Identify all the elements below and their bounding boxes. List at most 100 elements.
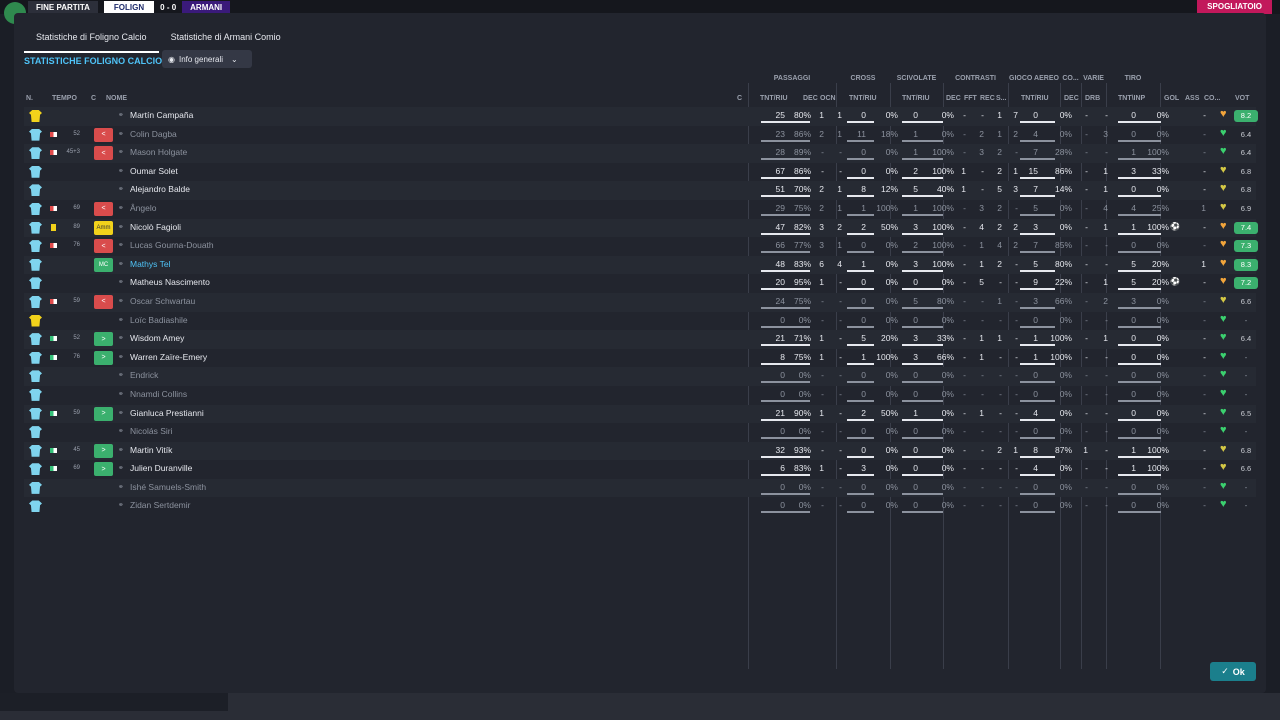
stat-ocn: - xyxy=(839,463,842,474)
view-dropdown[interactable]: ◉ Info generali ⌄ xyxy=(162,50,252,68)
table-row[interactable]: ⚭ Alejandro Balde 51 70% 2 1 8 12% 5 40% 1-5 3 7 14% -… xyxy=(24,181,1256,200)
stat-sc: 0 xyxy=(913,481,918,492)
col-header-sciv-tnt-riu[interactable]: TNT/RIU xyxy=(902,95,930,102)
col-header-vot[interactable]: VOT xyxy=(1235,95,1249,102)
dressing-room-button[interactable]: SPOGLIATOIO xyxy=(1197,0,1272,14)
stat-crp: 0% xyxy=(885,258,898,269)
player-name[interactable]: Julien Duranville xyxy=(130,463,192,473)
player-name[interactable]: Endrick xyxy=(130,370,158,380)
player-name[interactable]: Oumar Solet xyxy=(130,166,178,176)
stat-ocn: - xyxy=(839,165,842,176)
stat-s: - xyxy=(1015,147,1018,158)
group-header-passaggi: PASSAGGI xyxy=(773,75,811,82)
player-name[interactable]: Mathys Tel xyxy=(130,259,170,269)
player-name[interactable]: Wisdom Amey xyxy=(130,333,184,343)
stat-pas: 51 xyxy=(775,184,785,195)
table-row[interactable]: ⚭ Martín Campaña 25 80% 1 1 0 0% 0 0% - -1 7 0 0% - -0 0%… xyxy=(24,107,1258,126)
stat-pas: 0 xyxy=(780,481,785,492)
table-row[interactable]: 59 > ⚭ Gianluca Prestianni 21 90% 1-2 50% 1 0% -1-… xyxy=(24,404,1256,424)
player-name[interactable]: Ishé Samuels-Smith xyxy=(130,482,206,492)
tab-home-stats[interactable]: Statistiche di Foligno Calcio xyxy=(24,27,159,53)
col-header-aereo-tnt-riu[interactable]: TNT/RIU xyxy=(1021,95,1049,102)
player-name[interactable]: Ângelo xyxy=(130,203,156,213)
table-row[interactable]: ⚭ Ishé Samuels-Smith 0 0% - -0 0% 0 0% - - - -0 0% - -0… xyxy=(24,478,1256,498)
player-name[interactable]: Loïc Badiashile xyxy=(130,315,188,325)
col-header-c[interactable]: C xyxy=(91,95,96,102)
ok-button[interactable]: ✓ Ok xyxy=(1210,662,1256,681)
stat-ocn: 1 xyxy=(837,110,842,120)
table-row[interactable]: 45 > ⚭ Martin Vitík 32 93% - -0 0% 0 0% - -2 1 8 87% 1-1… xyxy=(24,441,1256,461)
stat-codec: - xyxy=(1085,128,1088,139)
value-underline xyxy=(1118,418,1161,421)
col-header-co2[interactable]: CO... xyxy=(1204,95,1220,102)
player-name[interactable]: Colin Dagba xyxy=(130,129,177,139)
value-underline xyxy=(761,288,810,291)
table-row[interactable]: 76 < ⚭ Lucas Gourna-Douath 66 77% 3 1 0 0% 2 100% -1… xyxy=(24,237,1258,256)
col-header-drb[interactable]: DRB xyxy=(1085,95,1100,102)
col-header-rec[interactable]: REC xyxy=(980,95,995,102)
player-name[interactable]: Nnamdi Collins xyxy=(130,389,187,399)
table-row[interactable]: ⚭Endrick00%--00%00%----00%--00%-- xyxy=(24,367,1256,386)
col-header-ocn[interactable]: OCN xyxy=(820,95,836,102)
stat-pas: 32 xyxy=(775,444,785,455)
player-name[interactable]: Oscar Schwartau xyxy=(130,296,195,306)
player-name[interactable]: Zidan Sertdemir xyxy=(130,500,190,510)
value-underline xyxy=(1020,269,1055,272)
table-row[interactable]: 52 < ⚭ Colin Dagba 23 86% 2 1 11 18% 1 0% -2 1 2 4 0% -3 0… xyxy=(24,126,1256,145)
value-underline xyxy=(902,492,943,495)
col-header-tempo[interactable]: TEMPO xyxy=(52,95,77,102)
col-header-gol[interactable]: GOL xyxy=(1164,95,1179,102)
table-row[interactable]: 89 Amm ⚭ Nicolò Fagioli ⚽ 47 82% 3 2 2 50% 3 100% -4 2… xyxy=(24,218,1258,238)
col-header-fft[interactable]: FFT xyxy=(964,95,977,102)
stat-ass: - xyxy=(1203,500,1206,511)
player-name[interactable]: Nicolò Fagioli xyxy=(130,222,181,232)
table-row[interactable]: ⚭ Matheus Nascimento ⚽ 20 95% 1-0 0% 0 0% -5- -9 22… xyxy=(24,274,1258,293)
col-header-dec[interactable]: DEC xyxy=(803,95,818,102)
col-header-co-dec[interactable]: DEC xyxy=(1064,95,1079,102)
col-header-n[interactable]: N. xyxy=(26,95,33,102)
team-tabs: Statistiche di Foligno Calcio Statistich… xyxy=(24,27,293,53)
player-name[interactable]: Lucas Gourna-Douath xyxy=(130,240,214,250)
stat-ass: - xyxy=(1203,426,1206,437)
table-row[interactable]: 52 > ⚭ Wisdom Amey 21 71% 1-5 20% 3 33% -1 1-1 100% -… xyxy=(24,330,1256,349)
col-header-nome[interactable]: NOME xyxy=(106,95,127,102)
col-header-ass[interactable]: ASS xyxy=(1185,95,1199,102)
value-underline xyxy=(761,139,810,142)
stat-crp: 0% xyxy=(885,165,898,176)
player-name[interactable]: Martín Campaña xyxy=(130,110,193,120)
table-row[interactable]: ⚭ Oumar Solet 67 86% - -0 0% 2 100% 1-2 1 15 86% -1 3 3… xyxy=(24,163,1256,182)
table-row[interactable]: ⚭Nicolás Siri00%--00%00%----00%--00%-- xyxy=(24,423,1256,442)
col-header-pass-tnt-riu[interactable]: TNT/RIU xyxy=(760,95,788,102)
col-header-cross-tnt-riu[interactable]: TNT/RIU xyxy=(849,95,877,102)
table-row[interactable]: ⚭Nnamdi Collins00%--00%00%----00%--00%-- xyxy=(24,386,1256,405)
table-row[interactable]: ⚭ Loïc Badiashile 0 0% - -0 0% 0 0% - - - -0 0% - -0 0% -… xyxy=(24,312,1256,331)
table-row[interactable]: 69 < ⚭ Ângelo 29 75% 2 1 1 100% 1 100% -3 2-5 0% -4 4 25%… xyxy=(24,200,1256,219)
value-underline xyxy=(1118,474,1161,477)
col-header-tiro-tnt-inp[interactable]: TNT\INP xyxy=(1118,95,1145,102)
player-name[interactable]: Nicolás Siri xyxy=(130,426,173,436)
col-header-con-dec[interactable]: DEC xyxy=(946,95,961,102)
stat-ass: - xyxy=(1203,110,1206,120)
minutes-played: 59 xyxy=(73,409,80,416)
table-row[interactable]: 45+3 < ⚭ Mason Holgate 28 89% - -0 0% 1 100% -3 2-7 2… xyxy=(24,144,1256,163)
stat-crp: 0% xyxy=(885,110,898,120)
condition-heart-icon xyxy=(1220,424,1230,437)
value-underline xyxy=(847,213,874,216)
stat-ti: 1 xyxy=(1131,463,1136,474)
player-name[interactable]: Alejandro Balde xyxy=(130,184,190,194)
table-row[interactable]: 76 > ⚭ Warren Zaïre-Emery 8 75% 1-1 100% 3 66% -1-… xyxy=(24,349,1256,368)
player-name[interactable]: Gianluca Prestianni xyxy=(130,408,204,418)
headset-icon: ⚭ xyxy=(118,372,124,380)
table-row[interactable]: 59 < ⚭ Oscar Schwartau 24 75% - -0 0% 5 80% - -1-3 66… xyxy=(24,292,1256,312)
table-row[interactable]: ⚭ Zidan Sertdemir 0 0% - -0 0% 0 0% - - - -0 0% - -0 0% -… xyxy=(24,497,1256,516)
player-name[interactable]: Warren Zaïre-Emery xyxy=(130,352,207,362)
table-row[interactable]: MC ⚭ Mathys Tel 48 83% 6 4 1 0% 3 100% -1 2-5 80% - -5 2… xyxy=(24,255,1258,275)
col-header-s[interactable]: S... xyxy=(996,95,1007,102)
player-name[interactable]: Mason Holgate xyxy=(130,147,187,157)
col-header-c2[interactable]: C xyxy=(737,95,742,102)
player-name[interactable]: Matheus Nascimento xyxy=(130,277,210,287)
player-name[interactable]: Martin Vitík xyxy=(130,445,172,455)
table-row[interactable]: 69 > ⚭ Julien Duranville 6 83% 1-3 0% 0 0% - - - -4 0%… xyxy=(24,460,1256,479)
stat-tip: 20% xyxy=(1151,277,1169,288)
value-underline xyxy=(1020,251,1055,254)
